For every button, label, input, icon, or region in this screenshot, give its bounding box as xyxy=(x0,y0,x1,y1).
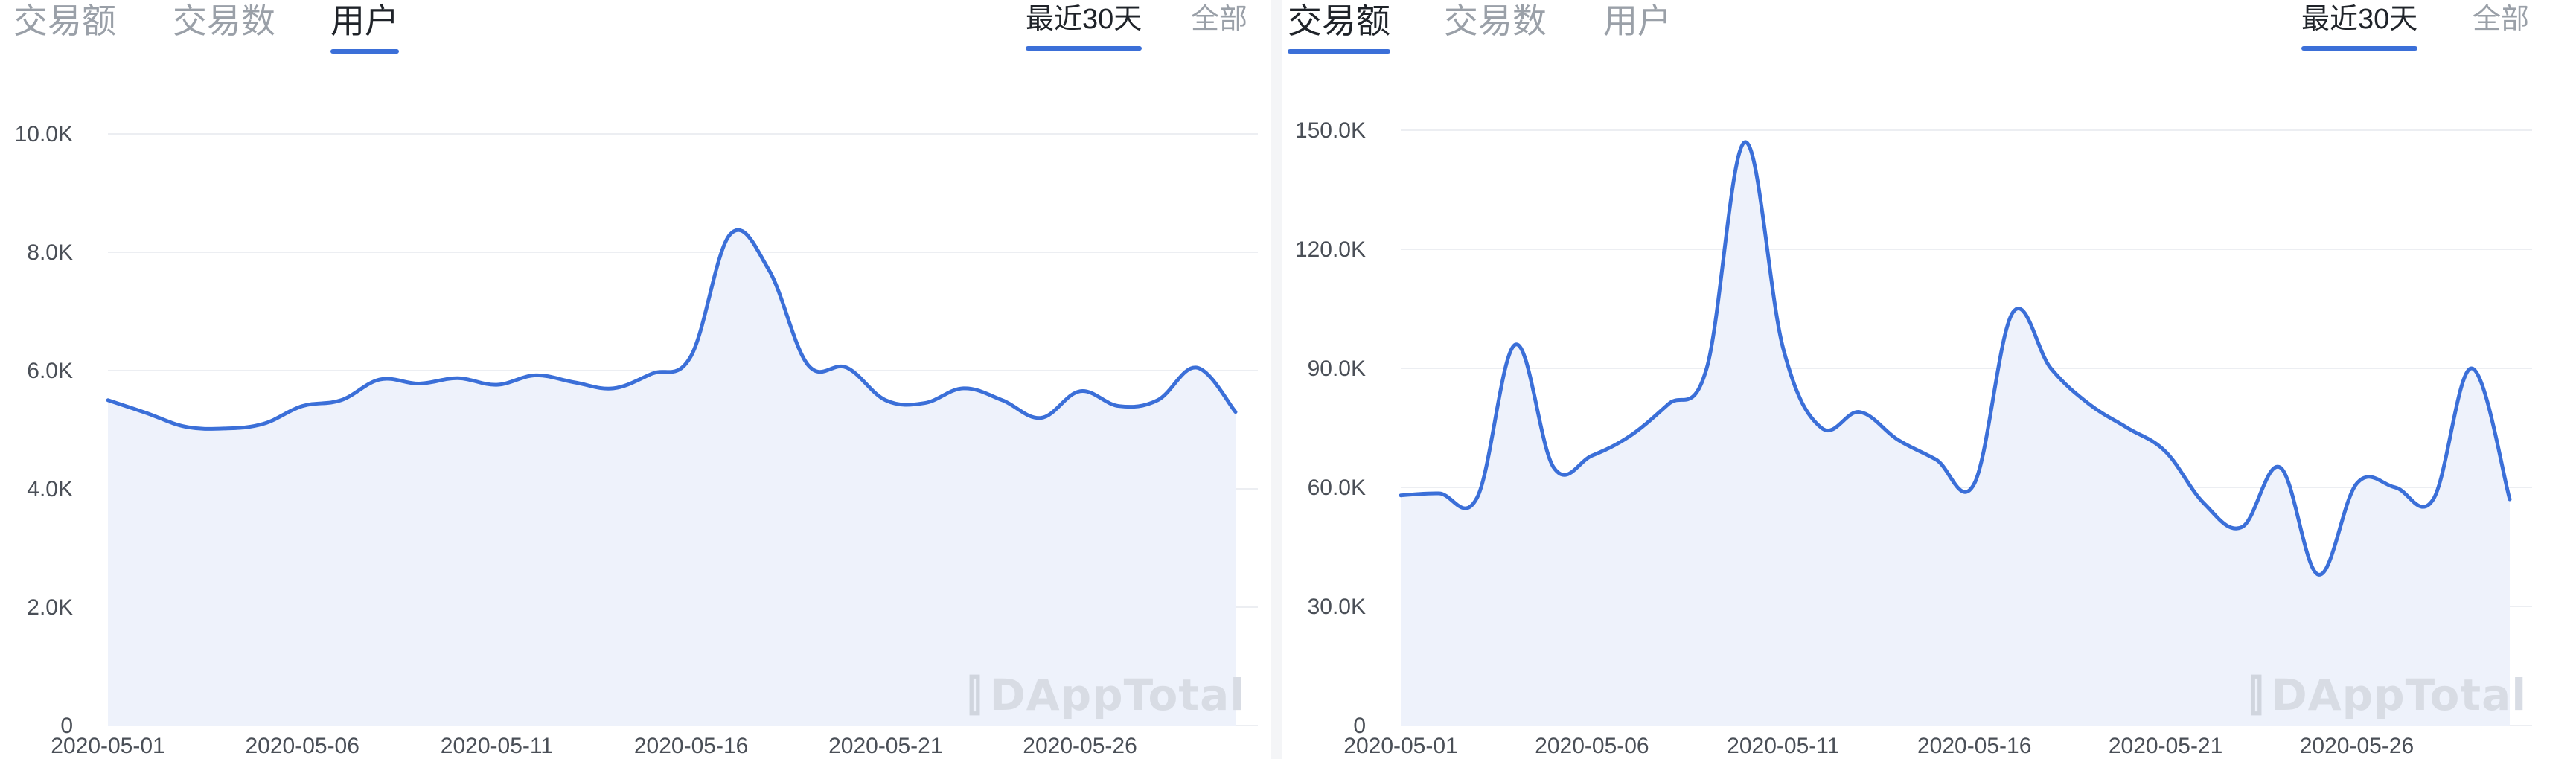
chart-panel-left: 交易额 交易数 用户 最近30天 全部 0 2.0K 4.0K 6.0K 8.0K 10.… xyxy=(0,0,1271,759)
data-point[interactable] xyxy=(995,393,1010,408)
y-tick-label: 2.0K xyxy=(27,595,73,620)
data-point[interactable] xyxy=(1431,486,1446,501)
panel-divider xyxy=(1271,0,1282,759)
data-point[interactable] xyxy=(256,417,271,432)
data-point[interactable] xyxy=(2311,567,2326,582)
data-point[interactable] xyxy=(2464,361,2479,376)
data-point[interactable] xyxy=(567,375,582,390)
data-point[interactable] xyxy=(1393,488,1408,503)
watermark: ⫿ DAppTotal xyxy=(968,670,1245,721)
x-tick-label: 2020-05-26 xyxy=(1023,734,1137,758)
data-point[interactable] xyxy=(761,263,776,278)
data-point[interactable] xyxy=(1853,405,1867,420)
data-point[interactable] xyxy=(2043,361,2058,376)
data-point[interactable] xyxy=(2234,519,2249,534)
data-point[interactable] xyxy=(2426,492,2441,507)
data-point[interactable] xyxy=(1228,405,1243,420)
y-tick-label: 90.0K xyxy=(1308,356,1366,381)
watermark-text: DAppTotal xyxy=(989,670,1246,720)
data-point[interactable] xyxy=(528,368,543,382)
data-point[interactable] xyxy=(1776,341,1791,356)
data-point[interactable] xyxy=(2273,460,2288,475)
data-point[interactable] xyxy=(1034,411,1049,426)
y-tick-label: 30.0K xyxy=(1308,595,1366,619)
data-point[interactable] xyxy=(1073,384,1087,399)
y-tick-label: 8.0K xyxy=(27,240,73,265)
data-point[interactable] xyxy=(1623,429,1637,443)
y-tick-label: 120.0K xyxy=(1295,237,1366,262)
data-point[interactable] xyxy=(412,376,426,391)
amount-area-chart: 030.0K60.0K90.0K120.0K150.0K2020-05-01 20… xyxy=(1295,118,2532,758)
data-point[interactable] xyxy=(1111,399,1126,414)
x-tick-label: 2020-05-01 xyxy=(51,734,164,758)
data-point[interactable] xyxy=(1891,432,1905,447)
data-point[interactable] xyxy=(1814,420,1829,435)
watermark-text: DAppTotal xyxy=(2271,670,2528,720)
data-point[interactable] xyxy=(2158,444,2173,459)
data-point[interactable] xyxy=(489,377,504,392)
x-tick-label: 2020-05-16 xyxy=(1917,734,2031,758)
x-tick-label: 2020-05-11 xyxy=(1727,734,1839,758)
data-point[interactable] xyxy=(178,420,193,435)
data-point[interactable] xyxy=(1547,460,1562,475)
data-point[interactable] xyxy=(373,372,388,387)
y-tick-label: 60.0K xyxy=(1308,475,1366,500)
data-point[interactable] xyxy=(1661,397,1676,411)
dapptotal-logo-icon: ⫿ xyxy=(2249,670,2264,720)
series-area xyxy=(108,230,1236,726)
data-point[interactable] xyxy=(840,360,854,375)
data-point[interactable] xyxy=(1189,360,1204,375)
data-point[interactable] xyxy=(1928,452,1943,467)
data-point[interactable] xyxy=(1151,393,1166,408)
data-point[interactable] xyxy=(723,227,738,242)
data-point[interactable] xyxy=(2502,492,2517,507)
data-point[interactable] xyxy=(2082,397,2097,411)
data-point[interactable] xyxy=(2120,420,2135,435)
dapptotal-logo-icon: ⫿ xyxy=(968,670,982,720)
data-point[interactable] xyxy=(2388,480,2403,495)
data-point[interactable] xyxy=(1508,337,1523,352)
data-point[interactable] xyxy=(1585,448,1599,463)
data-point[interactable] xyxy=(100,393,115,408)
y-tick-label: 6.0K xyxy=(27,359,73,383)
y-tick-label: 10.0K xyxy=(15,122,73,147)
data-point[interactable] xyxy=(956,381,971,396)
series-area xyxy=(1401,141,2510,726)
data-point[interactable] xyxy=(606,381,621,396)
x-tick-label: 2020-05-16 xyxy=(634,734,748,758)
data-point[interactable] xyxy=(1737,135,1752,150)
x-tick-label: 2020-05-21 xyxy=(2109,734,2222,758)
x-tick-label: 2020-05-06 xyxy=(245,734,359,758)
y-tick-label: 4.0K xyxy=(27,477,73,502)
data-point[interactable] xyxy=(1967,476,1982,491)
data-point[interactable] xyxy=(800,357,815,372)
data-point[interactable] xyxy=(1470,490,1485,505)
x-tick-label: 2020-05-01 xyxy=(1343,734,1457,758)
data-point[interactable] xyxy=(878,393,893,408)
data-point[interactable] xyxy=(295,399,310,414)
x-tick-label: 2020-05-06 xyxy=(1535,734,1649,758)
users-area-chart: 02.0K4.0K6.0K8.0K10.0K2020-05-01 2020-05-… xyxy=(15,122,1258,758)
data-point[interactable] xyxy=(684,348,699,363)
data-point[interactable] xyxy=(450,371,465,385)
data-point[interactable] xyxy=(2005,305,2020,320)
data-point[interactable] xyxy=(917,396,932,411)
data-point[interactable] xyxy=(2349,476,2364,491)
y-tick-label: 150.0K xyxy=(1295,118,1366,143)
data-point[interactable] xyxy=(333,393,348,408)
data-point[interactable] xyxy=(645,366,659,381)
data-point[interactable] xyxy=(1699,361,1714,376)
data-point[interactable] xyxy=(139,406,154,420)
x-tick-label: 2020-05-21 xyxy=(828,734,942,758)
x-tick-label: 2020-05-26 xyxy=(2300,734,2414,758)
watermark: ⫿ DAppTotal xyxy=(2249,670,2527,721)
data-point[interactable] xyxy=(2196,496,2211,510)
data-point[interactable] xyxy=(217,421,232,436)
chart-panel-right: 交易额 交易数 用户 最近30天 全部 0 30.0K 60.0K 90.0K 120.… xyxy=(1282,0,2576,759)
x-tick-label: 2020-05-11 xyxy=(441,734,553,758)
